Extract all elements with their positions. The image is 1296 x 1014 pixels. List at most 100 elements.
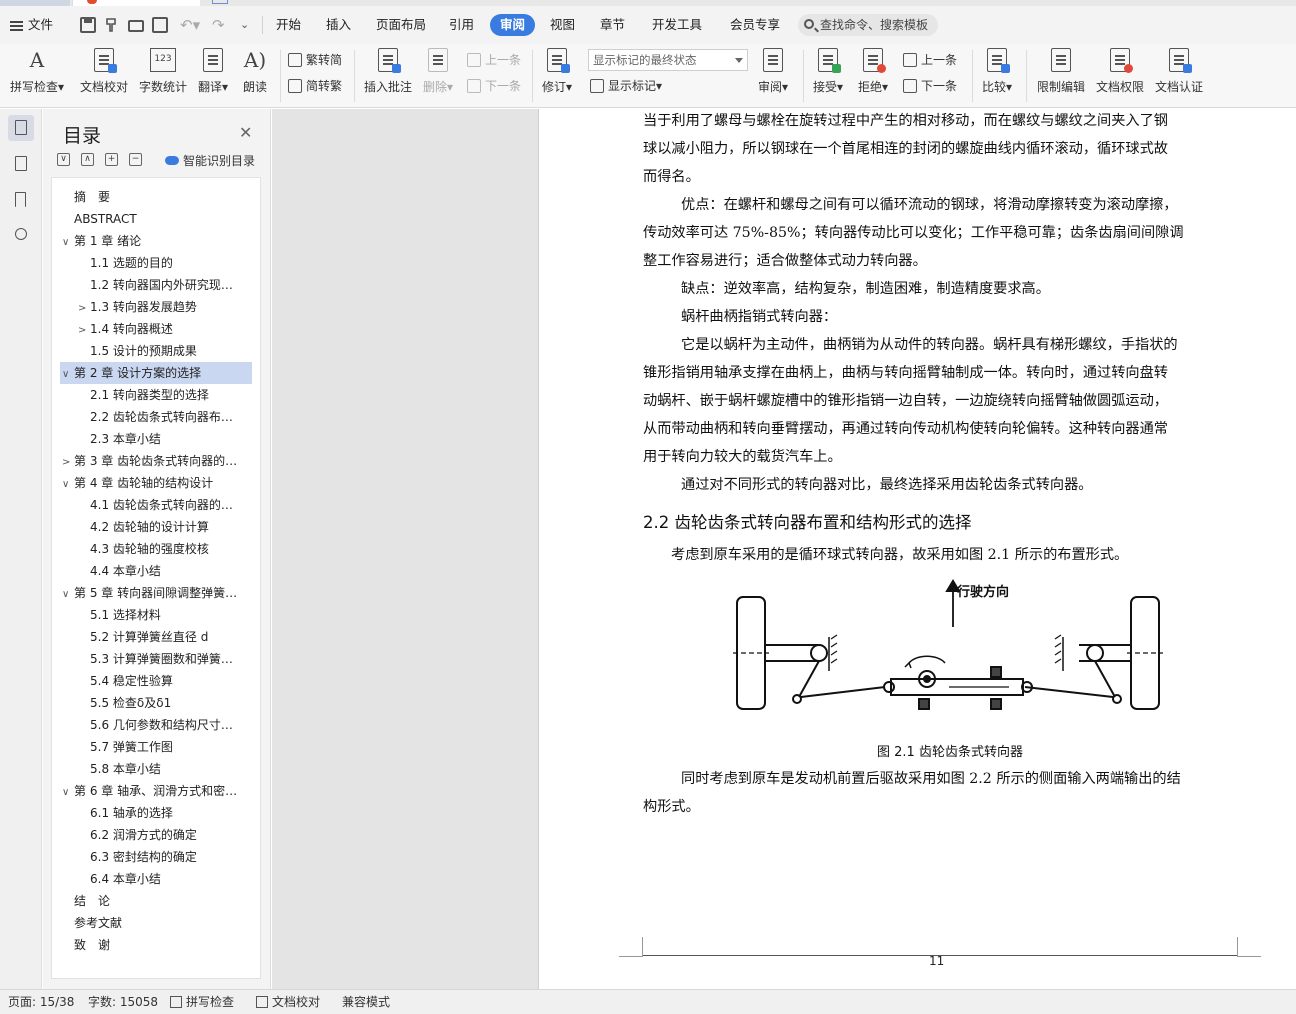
document-page[interactable]: 当于利用了螺母与螺栓在旋转过程中产生的相对移动，而在螺纹与螺纹之间夹入了钢 球以减… (538, 109, 1296, 989)
status-spell-check[interactable]: 拼写检查 (170, 990, 234, 1014)
toc-item[interactable]: >1.3 转向器发展趋势 (52, 296, 252, 318)
delete-comment-button[interactable]: 删除▾ (423, 48, 453, 95)
chapter-nav-icon[interactable] (8, 151, 34, 177)
format-painter-icon[interactable] (104, 17, 120, 33)
next-change-button[interactable]: 下一条 (903, 76, 957, 96)
toc-item[interactable]: 6.1 轴承的选择 (52, 802, 252, 824)
undo-icon[interactable]: ↶▾ (180, 17, 200, 33)
collapse-all-icon[interactable]: ∨ (57, 153, 70, 166)
print-icon[interactable] (128, 20, 144, 32)
find-icon[interactable] (8, 223, 34, 249)
toc-item[interactable]: ABSTRACT (52, 208, 252, 230)
compare-button[interactable]: 比较▾ (982, 48, 1012, 95)
page-indicator[interactable]: 页面: 15/38 (8, 990, 74, 1014)
tab-chapter[interactable]: 章节 (600, 6, 625, 44)
markup-state-select[interactable]: 显示标记的最终状态 (588, 49, 748, 71)
tab-developer[interactable]: 开发工具 (652, 6, 702, 44)
add-item-icon[interactable]: + (105, 153, 118, 166)
chevron-down-icon[interactable]: ∨ (62, 232, 74, 252)
chevron-right-icon[interactable]: > (78, 320, 90, 340)
toc-item[interactable]: ∨ 第 6 章 轴承、润滑方式和密… (52, 780, 252, 802)
toc-item[interactable]: 4.4 本章小结 (52, 560, 252, 582)
print-preview-icon[interactable] (152, 17, 168, 33)
prev-change-button[interactable]: 上一条 (903, 50, 957, 70)
doc-permission-button[interactable]: 文档权限 (1096, 48, 1144, 95)
tab-page-layout[interactable]: 页面布局 (376, 6, 426, 44)
word-count-indicator[interactable]: 字数: 15058 (88, 990, 158, 1014)
toc-item[interactable]: 摘 要 (52, 186, 252, 208)
doc-certify-button[interactable]: 文档认证 (1155, 48, 1203, 95)
bookmark-icon[interactable] (8, 187, 34, 213)
toc-item[interactable]: 1.5 设计的预期成果 (52, 340, 252, 362)
trad-to-simplified-button[interactable]: 繁转简 (288, 50, 342, 70)
toc-item[interactable]: 5.1 选择材料 (52, 604, 252, 626)
tab-references[interactable]: 引用 (449, 6, 474, 44)
toc-item[interactable]: > 第 3 章 齿轮齿条式转向器的… (52, 450, 252, 472)
toc-item[interactable]: 4.1 齿轮齿条式转向器的… (52, 494, 252, 516)
toc-item[interactable]: ∨ 第 4 章 齿轮轴的结构设计 (52, 472, 252, 494)
prev-comment-button[interactable]: 上一条 (467, 50, 521, 70)
toc-panel-icon[interactable] (8, 115, 34, 141)
toc-item[interactable]: 5.4 稳定性验算 (52, 670, 252, 692)
reject-button[interactable]: 拒绝▾ (858, 48, 888, 95)
read-aloud-button[interactable]: A) 朗读 (243, 48, 267, 95)
toc-item[interactable]: 1.2 转向器国内外研究现… (52, 274, 252, 296)
command-search-box[interactable]: 查找命令、搜索模板 (798, 14, 938, 36)
insert-comment-button[interactable]: 插入批注 (364, 48, 412, 95)
expand-all-icon[interactable]: ∧ (81, 153, 94, 166)
redo-icon[interactable]: ↷ (212, 17, 228, 33)
word-count-button[interactable]: 123 字数统计 (139, 48, 187, 95)
revise-button[interactable]: 修订▾ (542, 48, 572, 95)
new-tab-icon[interactable] (212, 0, 228, 4)
toc-item[interactable]: 5.6 几何参数和结构尺寸… (52, 714, 252, 736)
toc-item[interactable]: 1.1 选题的目的 (52, 252, 252, 274)
tab-insert[interactable]: 插入 (326, 6, 351, 44)
close-icon[interactable]: ✕ (239, 123, 252, 142)
toc-item[interactable]: 4.3 齿轮轴的强度校核 (52, 538, 252, 560)
chevron-down-icon[interactable]: ∨ (62, 782, 74, 802)
toc-item[interactable]: 6.2 润滑方式的确定 (52, 824, 252, 846)
review-pane-button[interactable]: 审阅▾ (758, 48, 788, 95)
doc-proof-button[interactable]: 文档校对 (80, 48, 128, 95)
status-doc-proof[interactable]: 文档校对 (256, 990, 320, 1014)
simplified-to-trad-button[interactable]: 简转繁 (288, 76, 342, 96)
toc-item[interactable]: 5.7 弹簧工作图 (52, 736, 252, 758)
toc-item[interactable]: 5.5 检查δ及δ1 (52, 692, 252, 714)
spell-check-button[interactable]: A 拼写检查▾ (10, 48, 64, 95)
toc-item[interactable]: 结 论 (52, 890, 252, 912)
tab-review[interactable]: 审阅 (490, 14, 536, 36)
toc-item[interactable]: ∨ 第 5 章 转向器间隙调整弹簧… (52, 582, 252, 604)
tab-member[interactable]: 会员专享 (730, 6, 780, 44)
chevron-right-icon[interactable]: > (62, 452, 74, 472)
restrict-edit-button[interactable]: 限制编辑 (1037, 48, 1085, 95)
chevron-down-icon[interactable]: ∨ (62, 584, 74, 604)
toc-item[interactable]: 5.8 本章小结 (52, 758, 252, 780)
toc-item[interactable]: 6.3 密封结构的确定 (52, 846, 252, 868)
smart-toc-button[interactable]: 智能识别目录 (165, 152, 255, 169)
remove-item-icon[interactable]: − (129, 153, 142, 166)
toc-item[interactable]: 致 谢 (52, 934, 252, 956)
translate-button[interactable]: 翻译▾ (198, 48, 228, 95)
next-comment-button[interactable]: 下一条 (467, 76, 521, 96)
chevron-down-icon[interactable]: ∨ (62, 364, 74, 384)
customize-toolbar-icon[interactable]: ⌄ (240, 17, 256, 33)
toc-item[interactable]: 6.4 本章小结 (52, 868, 252, 890)
toc-item[interactable]: 5.2 计算弹簧丝直径 d (52, 626, 252, 648)
toc-item[interactable]: 2.1 转向器类型的选择 (52, 384, 252, 406)
toc-item[interactable]: 5.3 计算弹簧圈数和弹簧… (52, 648, 252, 670)
chevron-down-icon[interactable]: ∨ (62, 474, 74, 494)
toc-item[interactable]: 2.3 本章小结 (52, 428, 252, 450)
toc-item[interactable]: 参考文献 (52, 912, 252, 934)
accept-button[interactable]: 接受▾ (813, 48, 843, 95)
show-markup-button[interactable]: 显示标记▾ (590, 76, 662, 96)
toc-item[interactable]: ∨ 第 1 章 绪论 (52, 230, 252, 252)
file-menu-button[interactable]: 文件 (10, 6, 53, 44)
save-icon[interactable] (80, 17, 96, 33)
toc-item[interactable]: >1.4 转向器概述 (52, 318, 252, 340)
toc-item[interactable]: 2.2 齿轮齿条式转向器布… (52, 406, 252, 428)
toc-item[interactable]: 4.2 齿轮轴的设计计算 (52, 516, 252, 538)
tab-start[interactable]: 开始 (276, 6, 301, 44)
chevron-right-icon[interactable]: > (78, 298, 90, 318)
tab-view[interactable]: 视图 (550, 6, 575, 44)
toc-item[interactable]: ∨ 第 2 章 设计方案的选择 (60, 362, 252, 384)
